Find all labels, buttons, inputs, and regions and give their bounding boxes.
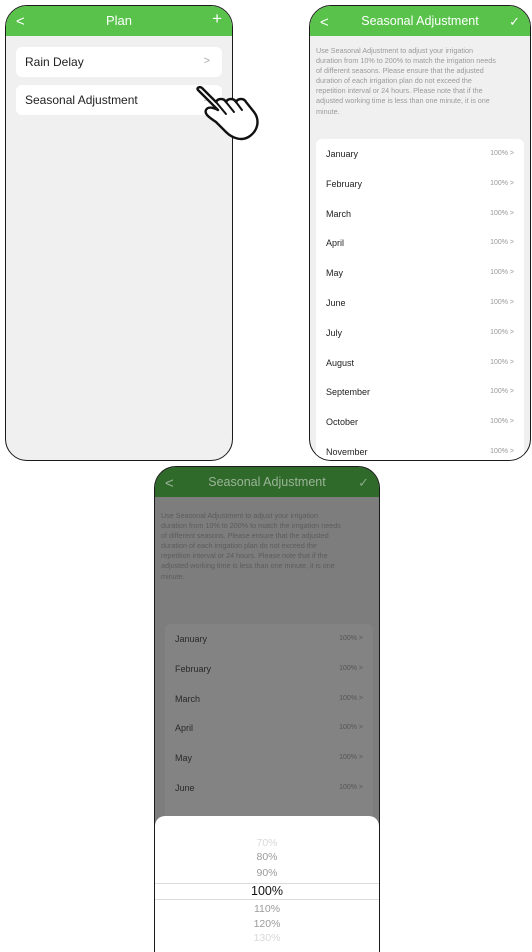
description-text: Use Seasonal Adjustment to adjust your i… bbox=[161, 511, 341, 581]
page-title: Seasonal Adjustment bbox=[361, 14, 479, 28]
month-row-october[interactable]: October 100% > bbox=[316, 407, 524, 437]
month-row-february[interactable]: February 100% > bbox=[316, 169, 524, 199]
picker-option[interactable]: 120% bbox=[155, 918, 379, 930]
picker-option-selected[interactable]: 100% bbox=[155, 884, 379, 898]
month-list: January 100% > February 100% > March 100% >… bbox=[316, 139, 524, 460]
plus-icon[interactable]: + bbox=[212, 9, 222, 29]
month-row-january[interactable]: January 100% > bbox=[165, 624, 373, 654]
item-label: Seasonal Adjustment bbox=[25, 93, 138, 107]
chevron-right-icon: > bbox=[203, 55, 210, 67]
hand-pointer-icon bbox=[196, 85, 259, 141]
seasonal-adjustment-screen: < Seasonal Adjustment ✓ Use Seasonal Adj… bbox=[309, 5, 531, 461]
month-row-may[interactable]: May 100% > bbox=[316, 258, 524, 288]
month-row-march[interactable]: March 100% > bbox=[165, 684, 373, 714]
month-row-june[interactable]: June 100% > bbox=[165, 773, 373, 803]
month-row-june[interactable]: June 100% > bbox=[316, 288, 524, 318]
nav-header: < Seasonal Adjustment ✓ bbox=[155, 467, 379, 497]
month-row-april[interactable]: April 100% > bbox=[316, 228, 524, 258]
month-row-september[interactable]: September 100% > bbox=[316, 377, 524, 407]
check-icon[interactable]: ✓ bbox=[358, 475, 369, 491]
nav-header: < Seasonal Adjustment ✓ bbox=[310, 6, 530, 36]
seasonal-adjustment-picker-screen: < Seasonal Adjustment ✓ Use Seasonal Adj… bbox=[154, 466, 380, 952]
rain-delay-item[interactable]: Rain Delay > bbox=[16, 47, 222, 77]
month-row-november[interactable]: November 100% > bbox=[316, 437, 524, 460]
nav-header: < Plan + bbox=[6, 6, 232, 36]
month-row-january[interactable]: January 100% > bbox=[316, 139, 524, 169]
month-row-may[interactable]: May 100% > bbox=[165, 743, 373, 773]
month-row-august[interactable]: August 100% > bbox=[316, 348, 524, 378]
check-icon[interactable]: ✓ bbox=[509, 14, 520, 30]
description-text: Use Seasonal Adjustment to adjust your i… bbox=[316, 46, 496, 116]
percentage-picker[interactable]: 70% 80% 90% 100% 110% 120% 130% bbox=[155, 816, 379, 952]
page-title: Plan bbox=[105, 13, 133, 28]
page-title: Seasonal Adjustment bbox=[208, 475, 326, 489]
picker-option[interactable]: 80% bbox=[155, 851, 379, 863]
month-row-february[interactable]: February 100% > bbox=[165, 654, 373, 684]
picker-option[interactable]: 70% bbox=[155, 837, 379, 849]
item-label: Rain Delay bbox=[25, 55, 84, 69]
picker-option[interactable]: 130% bbox=[155, 932, 379, 944]
month-row-april[interactable]: April 100% > bbox=[165, 713, 373, 743]
month-list: January 100% > February 100% > March 100% >… bbox=[165, 624, 373, 824]
plan-screen: < Plan + Rain Delay > Seasonal Adjustmen… bbox=[5, 5, 233, 461]
picker-option[interactable]: 90% bbox=[155, 867, 379, 879]
month-row-july[interactable]: July 100% > bbox=[316, 318, 524, 348]
month-row-march[interactable]: March 100% > bbox=[316, 199, 524, 229]
picker-option[interactable]: 110% bbox=[155, 903, 379, 915]
